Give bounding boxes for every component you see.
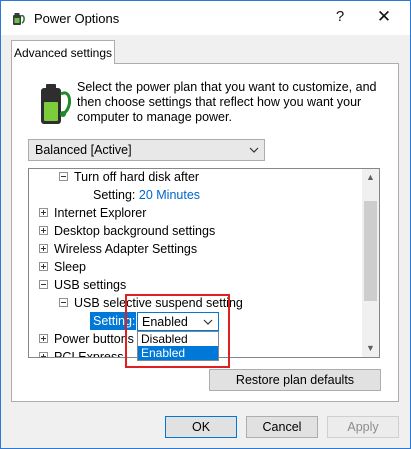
power-options-icon xyxy=(13,13,25,25)
expand-icon[interactable] xyxy=(39,244,48,253)
power-plan-value: Balanced [Active] xyxy=(35,143,132,157)
cancel-button[interactable]: Cancel xyxy=(246,416,318,438)
help-button[interactable]: ? xyxy=(327,4,353,30)
tree-item-hard-disk-setting[interactable]: Setting: 20 Minutes xyxy=(93,186,200,204)
power-plan-select[interactable]: Balanced [Active] xyxy=(28,139,265,161)
tree-item-label: Wireless Adapter Settings xyxy=(54,242,198,256)
setting-label: Setting: xyxy=(93,188,136,202)
ok-button[interactable]: OK xyxy=(165,416,237,438)
collapse-icon[interactable] xyxy=(59,172,68,181)
window-title: Power Options xyxy=(34,11,120,26)
scroll-down-arrow-icon[interactable]: ▼ xyxy=(362,340,379,357)
expand-icon[interactable] xyxy=(39,334,48,343)
red-callout-box xyxy=(125,294,230,368)
scroll-up-arrow-icon[interactable]: ▲ xyxy=(362,169,379,186)
tab-label: Advanced settings xyxy=(13,46,113,60)
expand-icon[interactable] xyxy=(39,226,48,235)
tree-item-label: PCI Express xyxy=(54,350,124,358)
expand-icon[interactable] xyxy=(39,352,48,357)
tree-item-label: Internet Explorer xyxy=(54,206,147,220)
scroll-thumb[interactable] xyxy=(364,201,377,301)
collapse-icon[interactable] xyxy=(39,280,48,289)
expand-icon[interactable] xyxy=(39,262,48,271)
collapse-icon[interactable] xyxy=(59,298,68,307)
tree-item-label: Turn off hard disk after xyxy=(74,170,200,184)
title-bar[interactable]: Power Options ? ✕ xyxy=(1,1,410,35)
tree-item-label: Desktop background settings xyxy=(54,224,216,238)
description-text: Select the power plan that you want to c… xyxy=(77,80,377,124)
restore-plan-defaults-button[interactable]: Restore plan defaults xyxy=(209,369,381,391)
tree-item-label: Sleep xyxy=(54,260,86,274)
tab-advanced-settings[interactable]: Advanced settings xyxy=(11,40,115,64)
battery-icon xyxy=(41,84,71,124)
vertical-scrollbar[interactable]: ▲ ▼ xyxy=(362,169,379,357)
setting-value-link[interactable]: 20 Minutes xyxy=(139,188,200,202)
close-button[interactable]: ✕ xyxy=(369,4,399,30)
chevron-down-icon xyxy=(249,147,259,153)
tree-item-label: USB settings xyxy=(54,278,127,292)
expand-icon[interactable] xyxy=(39,208,48,217)
apply-button[interactable]: Apply xyxy=(327,416,399,438)
